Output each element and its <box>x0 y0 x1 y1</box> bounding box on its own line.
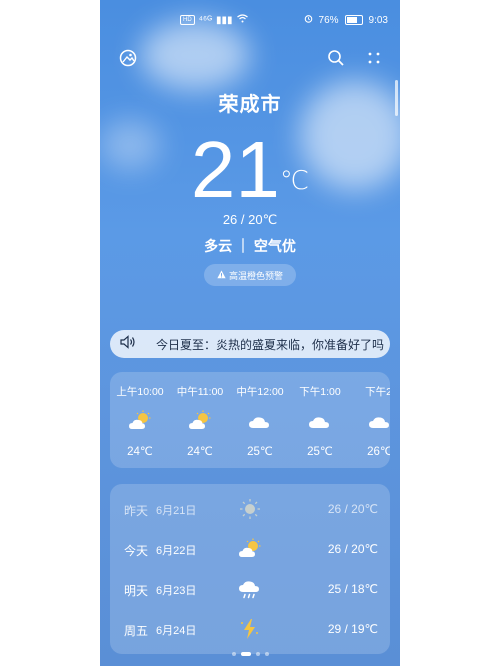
day-range: 29 / 19℃ <box>327 622 378 636</box>
page-dot[interactable] <box>255 652 260 656</box>
day-row[interactable]: 周五 6月24日 29 / 19℃ <box>110 610 390 650</box>
signal-bars-icon: ▮▮▮ <box>216 14 233 26</box>
hour-item[interactable]: 下午2: 26℃ <box>350 372 390 468</box>
temperature-unit: ℃ <box>279 165 310 195</box>
battery-percent: 76% <box>318 14 339 26</box>
weather-app: HD ⁴⁶ᴳ ▮▮▮ 76% 9:03 荣成市 21℃ 26 / 20℃ 多云 … <box>100 0 400 666</box>
page-dot[interactable] <box>264 652 269 656</box>
day-date: 6月22日 <box>156 545 197 557</box>
wifi-icon <box>236 14 248 26</box>
day-row[interactable]: 明天 6月23日 25 / 18℃ <box>110 570 390 610</box>
clock-time: 9:03 <box>368 14 388 26</box>
alert-text: 高温橙色预警 <box>228 270 283 281</box>
more-icon[interactable] <box>362 46 386 70</box>
day-range: 26 / 20℃ <box>327 502 378 516</box>
hour-temp: 24℃ <box>187 446 213 458</box>
thunder-icon <box>238 618 262 640</box>
signal-icon: ⁴⁶ᴳ <box>198 14 213 26</box>
hour-item[interactable]: 中午12:00 25℃ <box>230 372 290 468</box>
hour-item[interactable]: 下午1:00 25℃ <box>290 372 350 468</box>
cloudy-icon <box>368 410 390 432</box>
today-range: 26 / 20℃ <box>222 212 278 227</box>
hour-time: 下午1:00 <box>299 386 341 398</box>
alarm-icon <box>304 14 313 26</box>
cloudy-icon <box>248 410 272 432</box>
hour-item[interactable]: 上午10:00 24℃ <box>110 372 170 468</box>
day-range: 26 / 20℃ <box>327 542 378 556</box>
search-icon[interactable] <box>324 46 348 70</box>
day-date: 6月23日 <box>156 585 197 597</box>
page-dot[interactable] <box>231 652 236 656</box>
day-name: 明天 <box>124 584 149 598</box>
day-date: 6月21日 <box>156 505 197 517</box>
day-row[interactable]: 今天 6月22日 26 / 20℃ <box>110 530 390 570</box>
day-name: 今天 <box>124 544 149 558</box>
hour-temp: 25℃ <box>307 446 333 458</box>
weather-alert-badge[interactable]: 高温橙色预警 <box>204 264 296 286</box>
battery-icon <box>344 15 363 25</box>
news-ticker[interactable]: 今日夏至：炎热的盛夏来临，你准备好了吗 <box>110 330 390 358</box>
cloudy-icon <box>308 410 332 432</box>
daily-forecast[interactable]: 昨天 6月21日 26 / 20℃ 今天 6月22日 26 / 20℃ 明天 6… <box>110 484 390 654</box>
top-toolbar <box>100 46 400 70</box>
partly-cloudy-icon <box>238 538 262 560</box>
day-name: 周五 <box>124 624 149 638</box>
condition-air-quality: 多云 ｜ 空气优 <box>204 238 296 254</box>
day-name: 昨天 <box>124 504 149 518</box>
page-dot-active[interactable] <box>240 652 251 656</box>
hour-time: 下午2: <box>365 386 390 398</box>
hd-badge: HD <box>180 15 195 25</box>
hour-time: 上午10:00 <box>116 386 164 398</box>
hourly-forecast[interactable]: 上午10:00 24℃ 中午11:00 24℃ 中午12:00 25℃ 下午1:… <box>110 372 390 468</box>
partly-cloudy-icon <box>188 410 212 432</box>
partly-cloudy-icon <box>128 410 152 432</box>
city-name[interactable]: 荣成市 <box>100 88 400 117</box>
hour-temp: 25℃ <box>247 446 273 458</box>
hour-temp: 26℃ <box>367 446 390 458</box>
sunny-icon <box>238 498 262 520</box>
hour-temp: 24℃ <box>127 446 153 458</box>
warning-icon <box>217 269 226 281</box>
temperature-value: 21 <box>190 125 280 214</box>
ticker-text: 今日夏至：炎热的盛夏来临，你准备好了吗 <box>156 337 385 352</box>
speaker-icon[interactable] <box>120 334 136 354</box>
hour-time: 中午11:00 <box>176 386 224 398</box>
rain-icon <box>238 578 262 600</box>
status-bar: HD ⁴⁶ᴳ ▮▮▮ 76% 9:03 <box>100 0 400 40</box>
day-row[interactable]: 昨天 6月21日 26 / 20℃ <box>110 490 390 530</box>
current-temperature: 21℃ <box>100 120 400 220</box>
page-indicator[interactable] <box>100 652 400 656</box>
hour-time: 中午12:00 <box>236 386 284 398</box>
hour-item[interactable]: 中午11:00 24℃ <box>170 372 230 468</box>
day-range: 25 / 18℃ <box>327 582 378 596</box>
gallery-icon[interactable] <box>116 46 140 70</box>
day-date: 6月24日 <box>156 625 197 637</box>
